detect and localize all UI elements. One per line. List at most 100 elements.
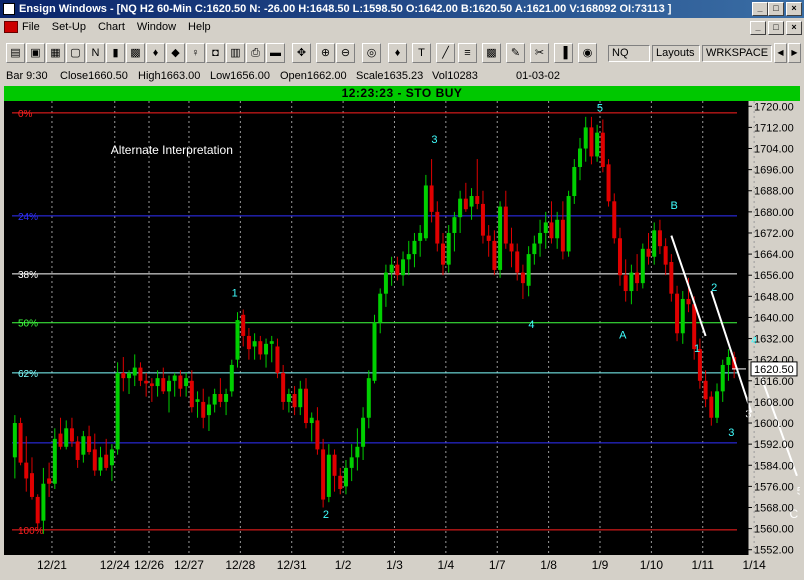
candle-body: [104, 454, 109, 468]
candle-body: [709, 396, 714, 418]
candle-body: [29, 473, 34, 497]
child-close-button[interactable]: ×: [786, 21, 802, 35]
page-icon[interactable]: ▢: [66, 43, 85, 63]
candle-body: [680, 298, 685, 334]
level-icon[interactable]: ♀: [186, 43, 205, 63]
candle-body: [18, 423, 23, 463]
candle-body: [127, 372, 132, 379]
candle-body: [241, 314, 246, 336]
app-icon: [3, 3, 15, 15]
menu-setup[interactable]: Set-Up: [52, 21, 86, 33]
candle-body: [720, 364, 725, 392]
text-icon[interactable]: T: [412, 43, 431, 63]
candle-body: [441, 243, 446, 265]
candle-body: [669, 262, 674, 294]
y-tick-label: 1712.00: [754, 122, 794, 134]
print-icon[interactable]: ⎙: [246, 43, 265, 63]
fib-level-label: 38%: [18, 270, 38, 281]
candle-body: [144, 380, 149, 384]
y-tick-label: 1720.00: [754, 101, 794, 113]
tools-icon[interactable]: ✂: [530, 43, 549, 63]
candle-body: [224, 393, 229, 402]
candle-body: [675, 293, 680, 334]
candle-body: [218, 393, 223, 402]
x-tick-label: 1/11: [692, 558, 715, 572]
signal-icon[interactable]: ▐: [554, 43, 573, 63]
price-chart[interactable]: 0% 24% 38% 50% 62% 100% Alternate Interpretat…: [4, 101, 800, 578]
layouts-button[interactable]: Layouts: [652, 45, 700, 62]
alert-icon[interactable]: ♦: [146, 43, 165, 63]
candle-body: [212, 393, 217, 405]
scroll-right-icon[interactable]: ▶: [788, 43, 801, 63]
wheel-icon[interactable]: ◉: [578, 43, 597, 63]
cursor-icon[interactable]: ✥: [292, 43, 311, 63]
candle-body: [24, 462, 29, 479]
menu-help[interactable]: Help: [188, 21, 211, 33]
lasso-icon[interactable]: ◎: [362, 43, 381, 63]
candle-body: [47, 478, 52, 484]
workspace-button[interactable]: WRKSPACE: [702, 45, 772, 62]
candle-body: [589, 127, 594, 157]
candle-body: [538, 232, 543, 244]
candle-body: [435, 211, 440, 244]
chart-icon[interactable]: ▤: [6, 43, 25, 63]
candle-body: [372, 322, 377, 381]
zoom-out-icon[interactable]: ⊖: [336, 43, 355, 63]
y-tick-label: 1592.00: [754, 439, 794, 451]
wave-annotation: 5: [597, 103, 603, 115]
last-price-label: 1620.50: [754, 364, 794, 376]
menu-window[interactable]: Window: [137, 21, 176, 33]
candle-body: [201, 401, 206, 418]
wave-annotation: 2: [711, 282, 717, 294]
candle-body: [87, 436, 92, 453]
news-icon[interactable]: N: [86, 43, 105, 63]
bars-icon[interactable]: ▮: [106, 43, 125, 63]
colors-icon[interactable]: ◆: [166, 43, 185, 63]
toolbar: ▤ ▣ ▦ ▢ N ▮ ▩ ♦ ◆ ♀ ◘ ▥ ⎙ ▬ ✥ ⊕ ⊖ ◎ ♦ T …: [0, 39, 804, 68]
candle-body: [149, 383, 154, 387]
x-tick-label: 12/31: [277, 558, 307, 572]
y-tick-label: 1584.00: [754, 460, 794, 472]
candle-body: [406, 254, 411, 260]
child-minimize-button[interactable]: _: [750, 21, 766, 35]
x-tick-label: 12/28: [225, 558, 255, 572]
maximize-button[interactable]: □: [768, 2, 784, 16]
candle-body: [383, 272, 388, 294]
x-tick-label: 12/24: [100, 558, 130, 572]
y-tick-label: 1568.00: [754, 502, 794, 514]
table-icon[interactable]: ▥: [226, 43, 245, 63]
candle-body: [715, 391, 720, 418]
menu-file[interactable]: File: [22, 21, 40, 33]
candle-body: [606, 164, 611, 202]
channel-icon[interactable]: ▩: [482, 43, 501, 63]
grid-icon[interactable]: ▩: [126, 43, 145, 63]
bar-volume: Vol10283: [432, 70, 478, 82]
zoom-in-icon[interactable]: ⊕: [316, 43, 335, 63]
candle-body: [115, 372, 120, 450]
bar-low: Low1656.00: [210, 70, 270, 82]
line-tool-icon[interactable]: ╱: [436, 43, 455, 63]
scroll-left-icon[interactable]: ◀: [774, 43, 787, 63]
window-icon[interactable]: ▣: [26, 43, 45, 63]
pencil-icon[interactable]: ✎: [506, 43, 525, 63]
scale-icon[interactable]: ♦: [388, 43, 407, 63]
quote-icon[interactable]: ▦: [46, 43, 65, 63]
close-button[interactable]: ×: [786, 2, 802, 16]
candle-body: [600, 132, 605, 167]
symbol-field[interactable]: NQ: [608, 45, 650, 62]
candle-body: [560, 219, 565, 252]
wave-annotation: 1: [232, 287, 238, 299]
minimize-button[interactable]: _: [752, 2, 768, 16]
export-icon[interactable]: ▬: [266, 43, 285, 63]
wave-annotation: 3: [728, 427, 734, 439]
fib-icon[interactable]: ≡: [458, 43, 477, 63]
candle-body: [366, 378, 371, 418]
candle-body: [595, 132, 600, 157]
study-icon[interactable]: ◘: [206, 43, 225, 63]
candle-body: [623, 275, 628, 292]
wave-annotation: 5: [797, 485, 800, 497]
menu-chart[interactable]: Chart: [98, 21, 125, 33]
candle-body: [81, 436, 86, 455]
candle-body: [155, 378, 160, 387]
child-restore-button[interactable]: □: [768, 21, 784, 35]
